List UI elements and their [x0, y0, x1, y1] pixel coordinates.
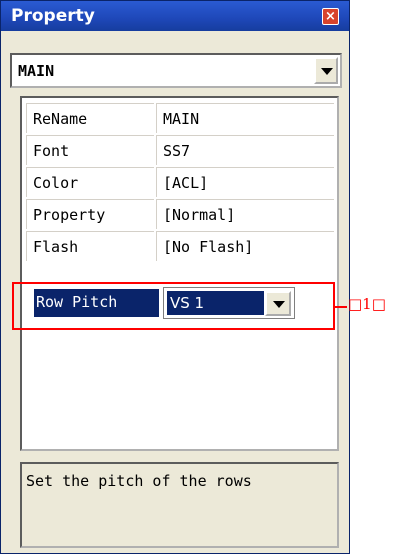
property-name-cell[interactable]: Font: [26, 135, 154, 165]
object-select[interactable]: MAIN: [10, 53, 342, 88]
property-name-cell[interactable]: Property: [26, 199, 154, 229]
window-title: Property: [11, 6, 95, 26]
property-value: [Normal]: [163, 206, 236, 224]
close-icon: ×: [325, 9, 336, 24]
object-select-dropdown-button[interactable]: [314, 57, 338, 84]
description-text: Set the pitch of the rows: [26, 472, 252, 490]
callout-leader-line: [335, 306, 347, 308]
property-value: MAIN: [163, 110, 200, 128]
property-name: Color: [33, 174, 79, 192]
property-row-property[interactable]: Property [Normal]: [26, 199, 334, 231]
property-value-cell[interactable]: [Normal]: [156, 199, 334, 229]
property-window: Property × MAIN ReName MAIN Font SS7 Col…: [0, 0, 350, 554]
property-value-cell[interactable]: SS7: [156, 135, 334, 165]
chevron-down-icon: [321, 68, 333, 75]
property-name: ReName: [33, 110, 88, 128]
property-value-cell[interactable]: [ACL]: [156, 167, 334, 197]
property-row-font[interactable]: Font SS7: [26, 135, 334, 167]
callout-label: □1□: [348, 295, 386, 313]
object-select-value: MAIN: [18, 62, 55, 80]
property-value: [No Flash]: [163, 238, 254, 256]
property-value-cell[interactable]: [No Flash]: [156, 231, 334, 261]
property-value: SS7: [163, 142, 191, 160]
description-panel: Set the pitch of the rows: [20, 462, 339, 548]
property-name-cell[interactable]: ReName: [26, 103, 154, 133]
property-value: [ACL]: [163, 174, 209, 192]
callout-highlight-box: [12, 282, 335, 330]
property-name: Font: [33, 142, 70, 160]
close-button[interactable]: ×: [322, 8, 339, 25]
property-name-cell[interactable]: Color: [26, 167, 154, 197]
property-row-color[interactable]: Color [ACL]: [26, 167, 334, 199]
property-row-rename[interactable]: ReName MAIN: [26, 103, 334, 135]
property-name-cell[interactable]: Flash: [26, 231, 154, 261]
title-bar[interactable]: Property ×: [1, 1, 349, 31]
property-grid: ReName MAIN Font SS7 Color [ACL] Propert…: [20, 96, 339, 451]
property-value-cell[interactable]: MAIN: [156, 103, 334, 133]
property-name: Property: [33, 206, 106, 224]
property-name: Flash: [33, 238, 79, 256]
property-row-flash[interactable]: Flash [No Flash]: [26, 231, 334, 263]
